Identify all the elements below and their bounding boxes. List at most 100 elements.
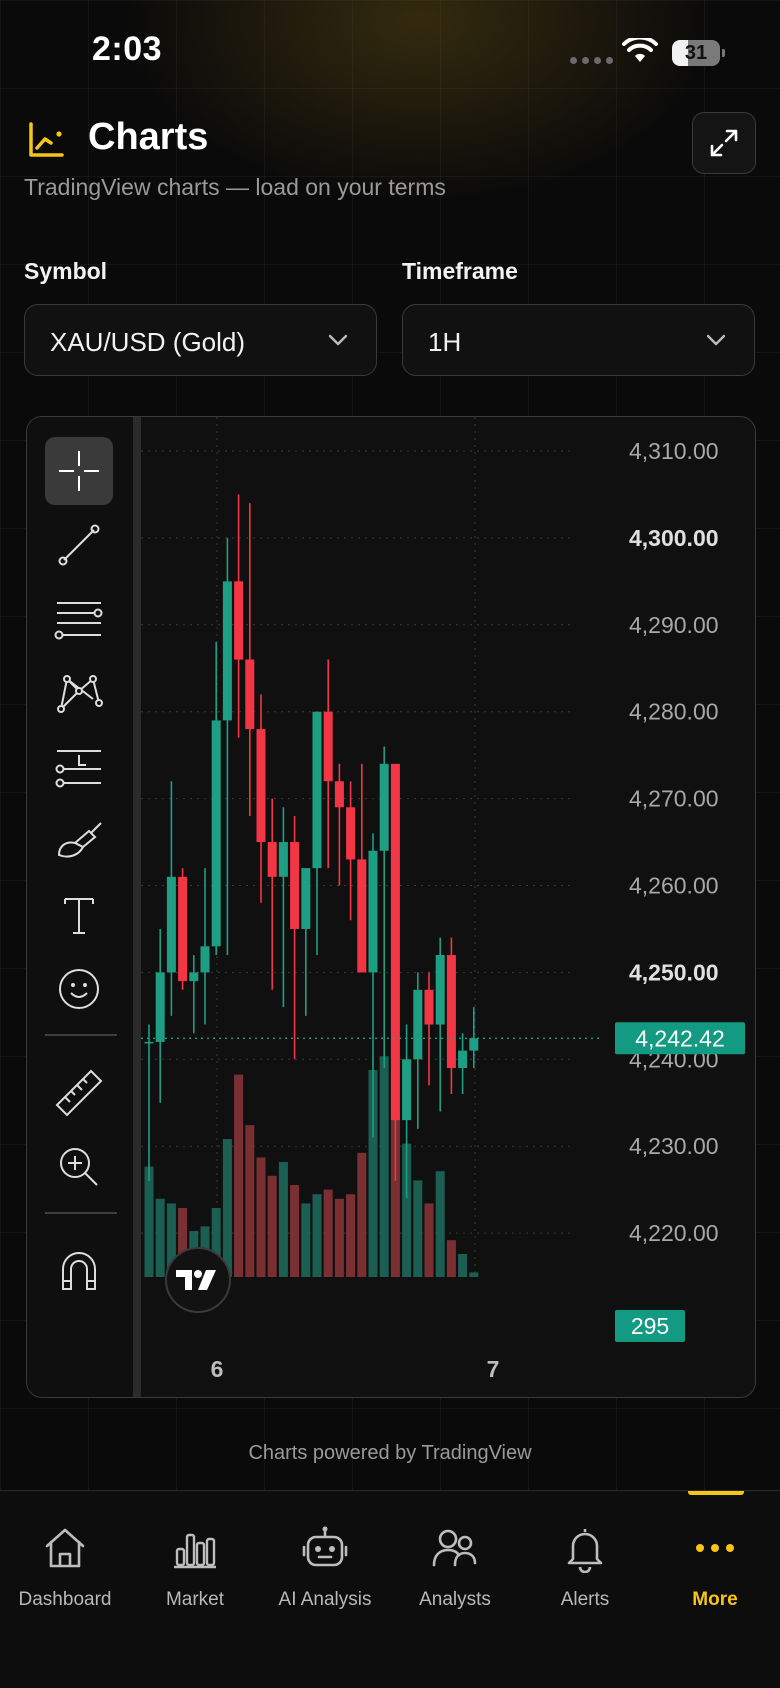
candle-body [301, 868, 311, 929]
nav-label: Analysts [419, 1589, 491, 1610]
volume-bar [379, 1056, 389, 1277]
volume-bar [458, 1254, 468, 1277]
volume-bar [469, 1272, 479, 1277]
nav-alerts[interactable]: Alerts [520, 1491, 650, 1621]
pattern-tool[interactable] [45, 659, 113, 727]
bottom-navigation: Dashboard Market AI Analysis Analysts Al… [0, 1490, 780, 1688]
nav-analysts[interactable]: Analysts [390, 1491, 520, 1621]
symbol-select[interactable]: XAU/USD (Gold) [24, 304, 377, 376]
volume-bar [256, 1157, 266, 1277]
price-chart[interactable]: 4,310.00 4,300.00 4,290.00 4,280.00 4,270.00… [141, 417, 756, 1398]
candle-body [458, 1050, 468, 1068]
volume-bar [234, 1074, 244, 1277]
nav-ai-analysis[interactable]: AI Analysis [260, 1491, 390, 1621]
candle-body [346, 807, 356, 860]
candle-body [245, 659, 255, 730]
tradingview-logo[interactable] [165, 1247, 231, 1313]
nav-dashboard[interactable]: Dashboard [0, 1491, 130, 1621]
crosshair-icon [59, 451, 99, 491]
volume-bar [435, 1171, 445, 1277]
fullscreen-button[interactable] [692, 112, 756, 174]
price-axis-label: 4,290.00 [629, 612, 719, 638]
battery-icon: 31 [672, 40, 725, 66]
emoji-icon [59, 969, 99, 1009]
emoji-tool[interactable] [45, 955, 113, 1023]
volume-bar [334, 1198, 344, 1277]
chart-line-icon [29, 122, 64, 157]
candle-body [144, 1041, 154, 1044]
tradingview-logo-icon [176, 1270, 216, 1290]
tradingview-chart[interactable]: 4,310.00 4,300.00 4,290.00 4,280.00 4,270.00… [26, 416, 756, 1398]
volume-bar [413, 1180, 423, 1277]
crosshair-tool[interactable] [45, 437, 113, 505]
bar-chart-icon [174, 1533, 216, 1569]
ruler-icon [55, 1069, 103, 1117]
chevron-down-icon [328, 334, 348, 346]
magnet-tool[interactable] [45, 1237, 113, 1305]
volume-bar [357, 1152, 367, 1277]
powered-by-text: Charts powered by TradingView [248, 1442, 532, 1464]
volume-bar [424, 1203, 434, 1277]
candle-body [402, 1059, 412, 1121]
pattern-icon [57, 675, 103, 713]
candle-body [211, 720, 221, 947]
symbol-label: Symbol [24, 258, 108, 284]
volume-bar [301, 1203, 311, 1277]
fib-retracement-tool[interactable] [45, 585, 113, 653]
volume-bar [245, 1125, 255, 1277]
more-dots-icon [696, 1544, 734, 1552]
page-title: Charts [88, 116, 209, 158]
candle-body [155, 972, 165, 1042]
nav-more[interactable]: More [650, 1491, 780, 1621]
cellular-signal-icon [570, 57, 613, 64]
nav-label: Dashboard [18, 1589, 112, 1610]
long-position-tool[interactable] [45, 733, 113, 801]
volume-bar [155, 1198, 165, 1277]
volume-bar [222, 1139, 232, 1277]
price-axis-label: 4,300.00 [629, 525, 719, 551]
time-axis-label: 7 [487, 1356, 500, 1382]
trend-line-tool[interactable] [45, 511, 113, 579]
magnet-icon [62, 1252, 96, 1290]
home-icon [45, 1528, 85, 1568]
users-icon [432, 1529, 477, 1567]
chevron-down-icon [706, 334, 726, 346]
candle-body [469, 1038, 479, 1051]
timeframe-label: Timeframe [402, 258, 518, 284]
volume-bar [290, 1185, 300, 1277]
candle-body [424, 989, 434, 1025]
text-tool[interactable] [45, 881, 113, 949]
candle-body [446, 955, 456, 1068]
long-position-icon [55, 750, 101, 788]
candle-body [178, 876, 188, 982]
candle-body [390, 763, 400, 1121]
volume-bar [346, 1194, 356, 1277]
active-tab-indicator [688, 1491, 744, 1495]
toolbar-divider [45, 1034, 117, 1036]
price-axis-label: 4,280.00 [629, 699, 719, 725]
expand-icon [710, 129, 738, 157]
brush-tool[interactable] [45, 807, 113, 875]
zoom-in-tool[interactable] [45, 1133, 113, 1201]
ruler-tool[interactable] [45, 1059, 113, 1127]
fib-retracement-icon [54, 602, 103, 640]
candle-body [312, 711, 322, 869]
volume-bar [312, 1194, 322, 1277]
candle-body [334, 781, 344, 808]
wifi-icon [622, 38, 658, 62]
nav-label: Alerts [560, 1589, 610, 1610]
candle-body [357, 859, 367, 973]
price-axis-label: 4,230.00 [629, 1133, 719, 1159]
candle-body [256, 729, 266, 843]
timeframe-select[interactable]: 1H [402, 304, 755, 376]
status-time: 2:03 [92, 30, 163, 68]
candle-body [323, 711, 333, 782]
price-axis-label: 4,220.00 [629, 1220, 719, 1246]
last-price-label: 4,242.42 [635, 1025, 725, 1051]
nav-label: More [692, 1589, 738, 1610]
volume-bar [144, 1166, 154, 1277]
brush-icon [57, 822, 102, 858]
nav-market[interactable]: Market [130, 1491, 260, 1621]
candle-body [234, 581, 244, 660]
trend-line-icon [58, 524, 100, 566]
